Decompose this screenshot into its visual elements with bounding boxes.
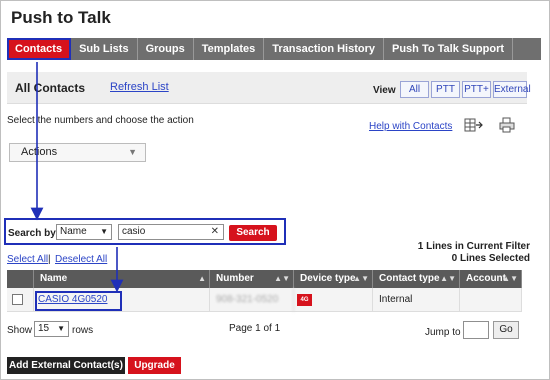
column-header-device-type[interactable]: Device type ▲▼	[294, 270, 373, 288]
clear-icon[interactable]: ✕	[211, 225, 219, 239]
export-icon[interactable]	[464, 117, 484, 133]
tab-push-to-talk-support[interactable]: Push To Talk Support	[384, 38, 514, 60]
chevron-down-icon: ▼	[100, 227, 108, 236]
sort-icon: ▲▼	[502, 274, 518, 283]
view-label: View	[373, 85, 396, 96]
print-icon[interactable]	[497, 117, 517, 133]
chevron-down-icon: ▼	[57, 324, 65, 333]
tab-groups[interactable]: Groups	[138, 38, 194, 60]
checkbox-column-header	[7, 270, 34, 288]
search-by-label: Search by	[8, 228, 56, 239]
view-ptt-button[interactable]: PTT	[431, 81, 460, 98]
search-input-value: casio	[122, 226, 146, 237]
go-button[interactable]: Go	[493, 321, 519, 339]
jump-to-label: Jump to	[425, 327, 461, 338]
sort-icon: ▲▼	[353, 274, 369, 283]
tab-bar: Contacts Sub Lists Groups Templates Tran…	[7, 38, 541, 60]
refresh-list-link[interactable]: Refresh List	[110, 81, 169, 93]
table-header: Name ▲ Number ▲▼ Device type ▲▼ Contact …	[7, 270, 522, 288]
add-external-contacts-button[interactable]: Add External Contact(s)	[7, 357, 125, 374]
view-ptt-plus-button[interactable]: PTT+	[462, 81, 491, 98]
device-4g-icon: 4G	[297, 294, 312, 306]
contact-type-cell: Internal	[373, 288, 460, 312]
tab-templates[interactable]: Templates	[194, 38, 265, 60]
sort-asc-icon: ▲	[198, 274, 206, 283]
jump-to-input[interactable]	[463, 321, 489, 339]
column-header-account[interactable]: Account ▲▼	[460, 270, 522, 288]
actions-dropdown[interactable]: Actions ▼	[9, 143, 146, 162]
column-header-number[interactable]: Number ▲▼	[210, 270, 294, 288]
upgrade-button[interactable]: Upgrade	[128, 357, 181, 374]
actions-label: Actions	[21, 146, 58, 158]
app-title: Push to Talk	[11, 8, 111, 27]
tab-sub-lists[interactable]: Sub Lists	[71, 38, 138, 60]
sort-icon: ▲▼	[274, 274, 290, 283]
rows-label: rows	[72, 325, 94, 336]
rows-per-page-select[interactable]: 15 ▼	[34, 321, 69, 337]
lines-in-filter: 1 Lines in Current Filter	[417, 241, 530, 252]
deselect-all-link[interactable]: Deselect All	[55, 254, 107, 265]
instructions-text: Select the numbers and choose the action	[7, 115, 194, 126]
select-all-link[interactable]: Select All	[7, 254, 48, 265]
selection-separator: |	[48, 254, 51, 265]
account-cell	[460, 288, 522, 312]
contact-name-link[interactable]: CASIO 4G0520	[38, 294, 107, 305]
search-button[interactable]: Search	[229, 225, 277, 241]
lines-selected: 0 Lines Selected	[451, 253, 530, 264]
contacts-panel-header: All Contacts Refresh List View All PTT P…	[7, 72, 531, 104]
chevron-down-icon: ▼	[128, 147, 137, 157]
show-label: Show	[7, 325, 33, 336]
tab-contacts[interactable]: Contacts	[7, 38, 72, 60]
page-info: Page 1 of 1	[229, 323, 281, 334]
search-field-value: Name	[60, 226, 87, 237]
column-header-name[interactable]: Name ▲	[34, 270, 210, 288]
row-checkbox[interactable]	[12, 294, 23, 305]
tab-transaction-history[interactable]: Transaction History	[264, 38, 384, 60]
column-header-contact-type[interactable]: Contact type ▲▼	[373, 270, 460, 288]
view-all-button[interactable]: All	[400, 81, 429, 98]
view-external-button[interactable]: External	[493, 81, 531, 98]
panel-title: All Contacts	[15, 81, 86, 95]
help-with-contacts-link[interactable]: Help with Contacts	[369, 121, 452, 132]
number-cell: 908-321-0520	[210, 288, 294, 312]
row-select-cell	[7, 288, 34, 312]
sort-icon: ▲▼	[440, 274, 456, 283]
rows-per-page-value: 15	[38, 323, 50, 334]
search-input[interactable]: casio ✕	[118, 224, 224, 240]
search-field-select[interactable]: Name ▼	[56, 224, 112, 240]
